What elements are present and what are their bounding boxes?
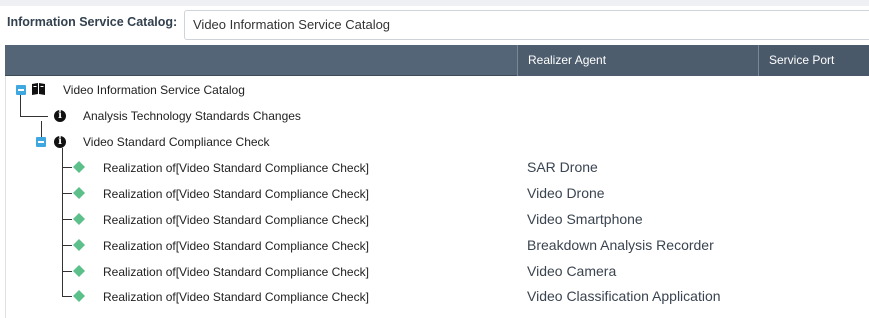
realization-row[interactable]: Realization of[Video Standard Compliance… xyxy=(0,259,869,285)
realization-icon xyxy=(73,161,85,173)
realization-label: Realization of[Video Standard Compliance… xyxy=(103,239,369,253)
column-header-service-port[interactable]: Service Port xyxy=(758,45,869,76)
realization-icon xyxy=(73,213,85,225)
realization-row[interactable]: Realization of[Video Standard Compliance… xyxy=(0,181,869,207)
realizer-agent-cell: Video Classification Application xyxy=(527,288,721,304)
collapse-toggle-icon[interactable] xyxy=(36,137,46,147)
tree-row-root[interactable]: Video Information Service Catalog xyxy=(0,77,869,103)
tree-row[interactable]: i Analysis Technology Standards Changes xyxy=(0,103,869,129)
realization-icon xyxy=(73,239,85,251)
realization-label: Realization of[Video Standard Compliance… xyxy=(103,187,369,201)
realizer-agent-cell: Video Drone xyxy=(527,185,605,201)
collapse-toggle-icon[interactable] xyxy=(16,85,26,95)
realizer-agent-cell: SAR Drone xyxy=(527,159,598,175)
catalog-book-icon xyxy=(32,83,45,95)
tree-root-label: Video Information Service Catalog xyxy=(63,83,245,97)
catalog-label: Information Service Catalog: xyxy=(7,15,178,29)
realizer-agent-cell: Video Camera xyxy=(527,263,617,279)
realization-row[interactable]: Realization of[Video Standard Compliance… xyxy=(0,155,869,181)
realization-row[interactable]: Realization of[Video Standard Compliance… xyxy=(0,284,869,310)
realization-row[interactable]: Realization of[Video Standard Compliance… xyxy=(0,207,869,233)
realizer-agent-cell: Video Smartphone xyxy=(527,211,643,227)
realization-label: Realization of[Video Standard Compliance… xyxy=(103,290,369,304)
realization-label: Realization of[Video Standard Compliance… xyxy=(103,161,369,175)
grid-header: Realizer Agent Service Port xyxy=(5,45,869,76)
column-header-name[interactable] xyxy=(5,45,517,76)
tree-row[interactable]: i Video Standard Compliance Check xyxy=(0,129,869,155)
info-icon: i xyxy=(54,110,66,122)
catalog-select[interactable]: Video Information Service Catalog xyxy=(184,10,869,40)
realizer-agent-cell: Breakdown Analysis Recorder xyxy=(527,237,714,253)
tree-item-label: Analysis Technology Standards Changes xyxy=(83,109,301,123)
realization-label: Realization of[Video Standard Compliance… xyxy=(103,265,369,279)
tree-item-label: Video Standard Compliance Check xyxy=(83,135,270,149)
column-header-realizer-agent[interactable]: Realizer Agent xyxy=(517,45,758,76)
top-strip xyxy=(0,0,869,6)
realization-row[interactable]: Realization of[Video Standard Compliance… xyxy=(0,233,869,259)
realization-icon xyxy=(73,290,85,302)
realization-icon xyxy=(73,187,85,199)
realization-icon xyxy=(73,265,85,277)
info-icon: i xyxy=(54,136,66,148)
realization-label: Realization of[Video Standard Compliance… xyxy=(103,213,369,227)
